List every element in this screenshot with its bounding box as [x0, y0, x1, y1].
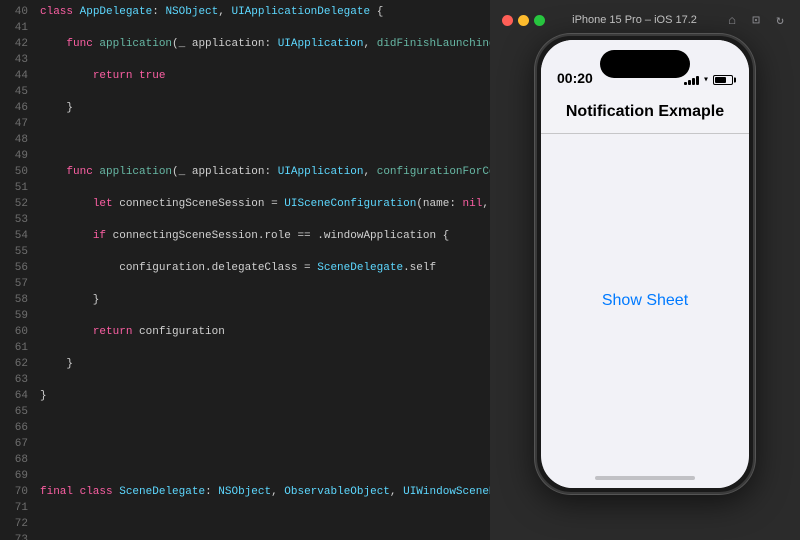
code-text: class AppDelegate: NSObject, UIApplicati…	[32, 0, 490, 540]
dynamic-island	[600, 50, 690, 78]
app-content-area: Show Sheet	[541, 134, 749, 468]
traffic-light-red[interactable]	[502, 15, 513, 26]
status-icons: ▾	[684, 74, 733, 86]
sim-toolbar: ⌂ ⊡ ↻	[724, 12, 788, 28]
screenshot-icon[interactable]: ⊡	[748, 12, 764, 28]
signal-bars	[684, 75, 699, 85]
iphone-screen: 00:20 ▾ Notification Exmaple	[541, 40, 749, 488]
signal-bar-2	[688, 80, 691, 85]
signal-bar-3	[692, 78, 695, 85]
rotate-icon[interactable]: ↻	[772, 12, 788, 28]
power-button[interactable]	[753, 144, 755, 186]
code-editor: 4041424344 4546474849 5051525354 5556575…	[0, 0, 490, 540]
home-bar	[595, 476, 695, 480]
simulator-title: iPhone 15 Pro – iOS 17.2	[572, 14, 697, 26]
traffic-light-yellow[interactable]	[518, 15, 529, 26]
signal-bar-1	[684, 82, 687, 85]
simulator-panel: iPhone 15 Pro – iOS 17.2 ⌂ ⊡ ↻ 00:20	[490, 0, 800, 540]
traffic-lights	[502, 15, 545, 26]
home-icon[interactable]: ⌂	[724, 12, 740, 28]
nav-bar: Notification Exmaple	[541, 90, 749, 134]
battery-icon	[713, 75, 733, 85]
simulator-titlebar: iPhone 15 Pro – iOS 17.2 ⌂ ⊡ ↻	[490, 8, 800, 34]
volume-up-button[interactable]	[535, 144, 537, 172]
iphone-device: 00:20 ▾ Notification Exmaple	[535, 34, 755, 494]
battery-fill	[715, 77, 726, 83]
volume-down-button[interactable]	[535, 180, 537, 208]
line-numbers: 4041424344 4546474849 5051525354 5556575…	[0, 0, 32, 540]
home-indicator	[541, 468, 749, 488]
show-sheet-button[interactable]: Show Sheet	[602, 292, 688, 310]
traffic-light-green[interactable]	[534, 15, 545, 26]
signal-bar-4	[696, 76, 699, 85]
wifi-icon: ▾	[703, 74, 709, 86]
nav-title: Notification Exmaple	[566, 103, 724, 121]
